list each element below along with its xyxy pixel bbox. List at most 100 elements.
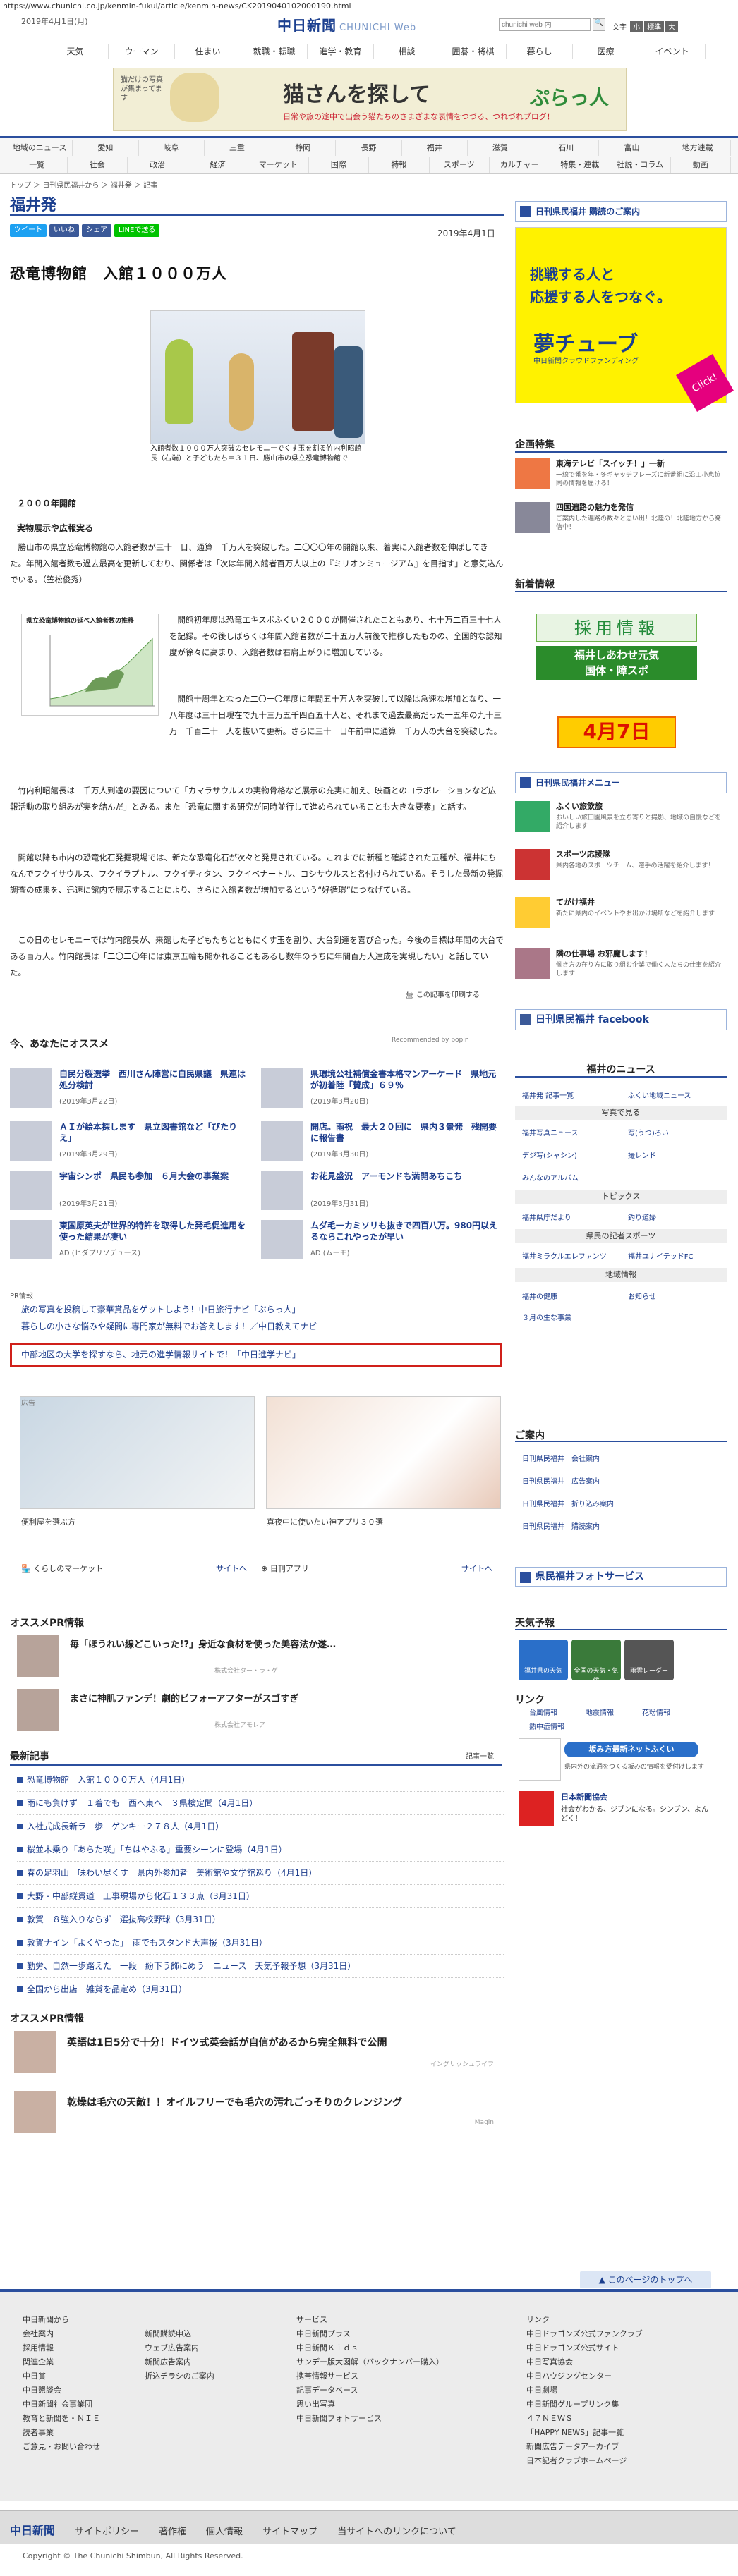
footer-link[interactable]: 当サイトへのリンクについて: [337, 2524, 456, 2537]
region-tab[interactable]: 静岡: [270, 140, 337, 156]
news-link[interactable]: 写(うつ)ろい: [628, 1127, 669, 1137]
region-tab[interactable]: 石川: [533, 140, 600, 156]
footer-link[interactable]: 会社案内: [23, 2327, 100, 2341]
recommend-ad-card[interactable]: 東国原英夫が世界的特許を取得した発毛促進用を使った結果が凄い AD (ヒダプリソデ…: [10, 1220, 253, 1262]
info-link[interactable]: 花粉情報: [642, 1707, 670, 1717]
category-tab[interactable]: 特報: [369, 157, 430, 173]
region-tab[interactable]: 岐阜: [139, 140, 205, 156]
footer-link[interactable]: 中日ドラゴンズ公式サイト: [526, 2341, 643, 2355]
nav-item[interactable]: 住まい: [175, 44, 241, 59]
recommend-card[interactable]: 自民分裂選挙 西川さん陣営に自民県議 県連は処分検討 (2019年3月22日): [10, 1068, 253, 1111]
news-item[interactable]: 全国から出店 雑貨を品定め（3月31日）: [17, 1978, 504, 2001]
recommend-card[interactable]: ＡＩが絵本探します 県立図書館など「ぴたりえ」 (2019年3月29日): [10, 1121, 253, 1164]
region-tab[interactable]: 富山: [599, 140, 665, 156]
news-item[interactable]: 敦賀 ８強入りならず 選抜高校野球（3月31日）: [17, 1908, 504, 1931]
footer-link[interactable]: サイトマップ: [262, 2524, 317, 2537]
menu-item[interactable]: ふくい旅飲旅 おいしい旅田園風景を立ち寄りと撮影、地域の自慢などを紹介します: [515, 801, 727, 836]
kokutai-banner[interactable]: 福井しあわせ元気 国体・障スポ: [536, 646, 697, 680]
nav-item[interactable]: ウーマン: [109, 44, 175, 59]
osusume-pr-item[interactable]: 英語は1日5分で十分！ドイツ式英会話が自信があるから完全無料で公開 イングリッシュ…: [14, 2031, 501, 2073]
footer-link[interactable]: ウェブ広告案内: [145, 2341, 214, 2355]
footer-link[interactable]: 日本記者クラブホームページ: [526, 2454, 643, 2468]
category-tab[interactable]: 国際: [309, 157, 369, 173]
pr-link[interactable]: 旅の写真を投稿して豪華賞品をゲットしよう！中日旅行ナビ「ぷらっ人」: [21, 1303, 301, 1315]
news-item[interactable]: 勤労、自然一歩踏えた 一段 紛下う飾にめう ニュース 天気予報予想（3月31日）: [17, 1955, 504, 1978]
feature-item[interactable]: 東海テレビ「スイッチ！」一新 一線で番を年・冬ギャッチフレーズに新番組に沿工小恵協…: [515, 458, 727, 494]
page-top-button[interactable]: ▲ このページのトップへ: [580, 2271, 711, 2288]
nav-item[interactable]: 就職・転職: [241, 44, 308, 59]
footer-link[interactable]: 中日新聞社会事業団: [23, 2398, 100, 2412]
search-icon[interactable]: 🔍: [593, 18, 605, 31]
footer-link[interactable]: サンデー版大図解（バックナンバー購入）: [296, 2355, 444, 2369]
info-link[interactable]: 地震情報: [586, 1707, 614, 1717]
ad-image[interactable]: [266, 1396, 501, 1509]
footer-link[interactable]: 新聞広告案内: [145, 2355, 214, 2369]
font-large-button[interactable]: 大: [665, 21, 679, 32]
site-link[interactable]: サイトへ: [461, 1563, 492, 1574]
rain-radar-button[interactable]: 雨雲レーダー: [624, 1640, 674, 1680]
menu-item[interactable]: 隣の仕事場 お邪魔します！ 働き方の在り方に取り組む企業で働く人たちの仕事を紹介し…: [515, 948, 727, 984]
menu-item[interactable]: てがけ福井 新たに県内のイベントやお出かけ場所などを紹介します: [515, 897, 727, 932]
osusume-pr-item[interactable]: 乾燥は毛穴の天敵！！オイルフリーでも毛穴の汚れごっそりのクレンジング Maqin: [14, 2091, 501, 2133]
ad-caption[interactable]: 真夜中に使いたい神アプリ３０選: [267, 1516, 383, 1527]
info-link[interactable]: 台風情報: [529, 1707, 557, 1717]
footer-link[interactable]: 中日写真協会: [526, 2355, 643, 2369]
footer-link[interactable]: 「HAPPY NEWS」記事一覧: [526, 2426, 643, 2440]
footer-link[interactable]: 中日新聞プラス: [296, 2327, 444, 2341]
region-tab[interactable]: 滋賀: [468, 140, 534, 156]
footer-link[interactable]: ご意見・お問い合わせ: [23, 2440, 100, 2454]
news-link[interactable]: 撮レンド: [628, 1149, 656, 1160]
news-link[interactable]: 福井写真ニュース: [522, 1127, 579, 1137]
print-link[interactable]: 🖨 この記事を印刷する: [405, 989, 480, 999]
category-tab[interactable]: カルチャー: [490, 157, 550, 173]
recommend-card[interactable]: 県環境公社補償金書本格マンアーケード 県地元が初着陸「賛成」６９％ (2019年3…: [261, 1068, 504, 1111]
nav-item[interactable]: 相談: [374, 44, 440, 59]
category-tab[interactable]: スポーツ: [430, 157, 490, 173]
category-tab[interactable]: 政治: [128, 157, 188, 173]
footer-link[interactable]: 採用情報: [23, 2341, 100, 2355]
info-link[interactable]: 日刊県民福井 購読案内: [522, 1520, 600, 1531]
footer-link[interactable]: 記事データベース: [296, 2383, 444, 2398]
nav-item[interactable]: イベント: [639, 44, 706, 59]
news-item[interactable]: 春の足羽山 味わい尽くす 県内外参加者 美術館や文学館巡り（4月1日）: [17, 1862, 504, 1885]
info-link[interactable]: 日刊県民福井 折り込み案内: [522, 1498, 614, 1508]
recommend-ad-card[interactable]: ムダ毛一カミソリも抜きで四百八万。980円以えるならこれやったが早い AD (ムー…: [261, 1220, 504, 1262]
latest-news-more[interactable]: 記事一覧: [466, 1750, 494, 1761]
footer-link[interactable]: 携帯情報サービス: [296, 2369, 444, 2383]
news-link[interactable]: 福井発 記事一覧: [522, 1089, 574, 1100]
url-bar[interactable]: https://www.chunichi.co.jp/kenmin-fukui/…: [0, 0, 738, 13]
market-link[interactable]: 🏪 くらしのマーケット: [21, 1563, 103, 1574]
pr-link[interactable]: 暮らしの小さな悩みや疑問に専門家が無料でお答えします！／中日教えてナビ: [21, 1320, 317, 1332]
menu-item[interactable]: スポーツ応援隊 県内各地のスポーツチーム、選手の活躍を紹介します！: [515, 849, 727, 884]
info-link[interactable]: 熱中症情報: [529, 1721, 564, 1731]
category-tab[interactable]: 一覧: [7, 157, 68, 173]
category-tab[interactable]: 特集・連載: [550, 157, 610, 173]
font-std-button[interactable]: 標準: [644, 21, 665, 32]
app-link[interactable]: ⊕ 日刊アプリ: [261, 1563, 309, 1574]
share-button[interactable]: シェア: [82, 224, 111, 237]
photo-service-link[interactable]: 県民福井フォトサービス: [515, 1567, 727, 1587]
category-tab[interactable]: マーケット: [248, 157, 309, 173]
news-link[interactable]: みんなのアルバム: [522, 1172, 579, 1183]
news-link[interactable]: ふくい地域ニュース: [628, 1089, 691, 1100]
recommend-card[interactable]: お花見盛況 アーモンドも満開あちこち (2019年3月31日): [261, 1171, 504, 1213]
nav-item[interactable]: 暮らし: [507, 44, 573, 59]
font-small-button[interactable]: 小: [630, 21, 643, 32]
news-item[interactable]: 敦賀ナイン「よくやった」 雨でもスタンド大声援（3月31日）: [17, 1931, 504, 1955]
footer-link[interactable]: 折込チラシのご案内: [145, 2369, 214, 2383]
breadcrumb[interactable]: トップ ＞ 日刊県民福井から ＞ 福井発 ＞ 記事: [10, 179, 157, 190]
search-input[interactable]: [499, 18, 591, 31]
region-tab[interactable]: 三重: [205, 140, 271, 156]
recommend-card[interactable]: 宇宙シンポ 県民も参加 ６月大会の事業案 (2019年3月21日): [10, 1171, 253, 1213]
news-link[interactable]: 福井の健康: [522, 1290, 557, 1301]
region-tab[interactable]: 地域のニュース: [7, 140, 73, 156]
nav-item[interactable]: 天気: [42, 44, 109, 59]
news-item[interactable]: 桜並木乗り「あらた咲」「ちはやふる」重要シーンに登場（4月1日）: [17, 1838, 504, 1862]
tweet-button[interactable]: ツイート: [10, 224, 47, 237]
footer-link[interactable]: 中日新聞グループリンク集: [526, 2398, 643, 2412]
feature-item[interactable]: 四国遍路の魅力を発信 ご案内した遍路の数々と思い出！北陸の！北陸地方から発信中！: [515, 502, 727, 537]
news-item[interactable]: 大野・中部縦貫道 工事現場から化石１３３点（3月31日）: [17, 1885, 504, 1908]
footer-logo[interactable]: 中日新聞: [10, 2521, 55, 2538]
nihon-shinbun-link[interactable]: 日本新聞協会: [561, 1791, 607, 1802]
region-tab[interactable]: 地方連載: [665, 140, 731, 156]
